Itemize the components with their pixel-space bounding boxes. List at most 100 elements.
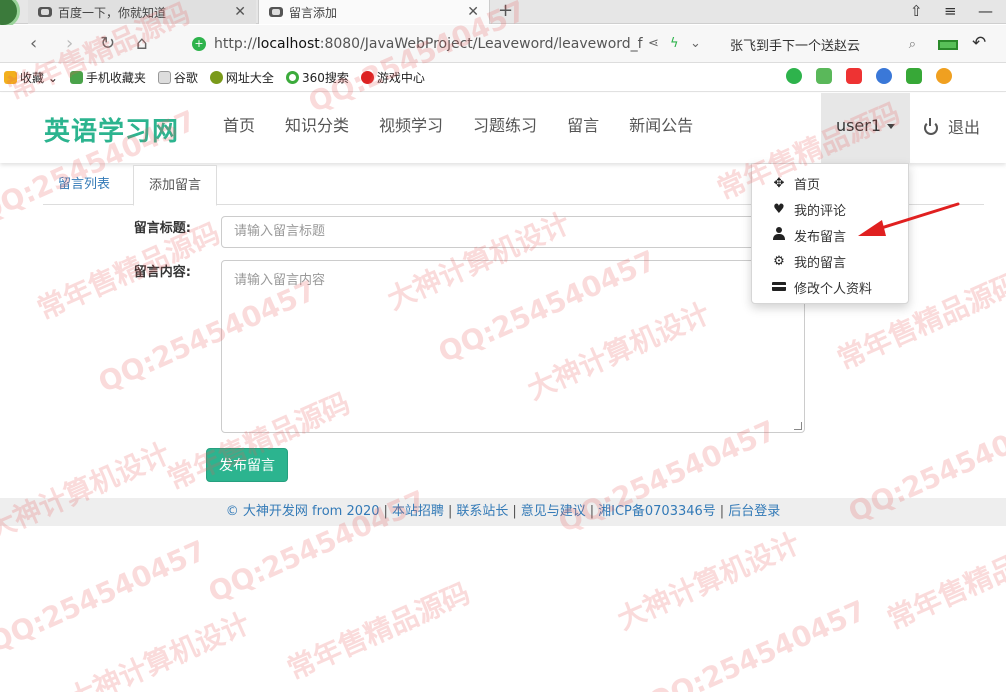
toolbar-extension-icons [772,68,952,84]
logout-link[interactable]: 退出 [924,93,980,163]
user-dropdown-menu: ✥ 首页 ♥ 我的评论 发布留言 ⚙ 我的留言 修改个人资料 [751,163,909,304]
page-icon [157,71,171,84]
url-host: localhost [256,36,320,52]
logout-label: 退出 [948,118,981,137]
site-logo[interactable]: 英语学习网 [44,111,179,148]
move-icon: ✥ [773,175,785,191]
submit-message-button[interactable]: 发布留言 [206,448,288,482]
bookmark-mobile[interactable]: 手机收藏夹 [69,69,146,86]
tab-favicon-icon [38,7,52,17]
dropdown-item-my-comments[interactable]: ♥ 我的评论 [752,196,908,222]
user-icon [772,226,786,244]
cog-icon: ⚙ [773,253,785,269]
site-header: 英语学习网 首页 知识分类 视频学习 习题练习 留言 新闻公告 user1 退出 [0,93,1006,163]
browser-tab-title: 百度一下，你就知道 [58,5,167,20]
minimize-icon[interactable]: — [978,0,993,22]
watermark-text: 大神计算机设计 [612,526,805,637]
share-icon[interactable]: ⋖ [648,34,659,54]
bookmark-favorites[interactable]: 收藏 ⌄ [4,69,58,86]
menu-icon[interactable]: ≡ [944,0,957,22]
heart-icon: ♥ [773,201,785,217]
nav-message[interactable]: 留言 [552,93,614,163]
title-input[interactable]: 请输入留言标题 [221,216,805,248]
nav-knowledge[interactable]: 知识分类 [270,93,364,163]
watermark-text: 常年售精品源码 [882,526,1006,637]
bookmark-site-directory[interactable]: 网址大全 [209,69,274,86]
dropdown-item-edit-profile[interactable]: 修改个人资料 [752,274,908,300]
watermark-text: QQ:254540457 [643,593,871,692]
footer-admin-login[interactable]: 后台登录 [728,504,780,519]
url-path: :8080/JavaWebProject/Leaveword/leaveword… [319,36,643,52]
watermark-text: 常年售精品源码 [282,576,475,687]
site-footer: © 大神开发网 from 2020 | 本站招聘 | 联系站长 | 意见与建议 | 湘ICP备0… [0,498,1006,526]
nav-exercise[interactable]: 习题练习 [458,93,552,163]
extension-green-icon[interactable] [786,68,802,84]
tab-message-list[interactable]: 留言列表 [43,165,125,205]
phone-icon [69,71,83,84]
footer-jobs[interactable]: 本站招聘 [392,504,444,519]
url-prefix: http:// [214,36,257,52]
user-name: user1 [835,116,882,135]
battery-icon [938,40,958,50]
dropdown-item-home[interactable]: ✥ 首页 [752,170,908,196]
nav-video[interactable]: 视频学习 [364,93,458,163]
search-input[interactable]: 张飞到手下一个送赵云 ⌕ [716,31,922,57]
title-label: 留言标题: [133,221,191,236]
reload-icon[interactable]: ↻ [100,32,115,56]
scissors-icon[interactable] [846,68,862,84]
secure-shield-icon: + [192,37,206,51]
footer-icp[interactable]: 湘ICP备0703346号 [598,504,716,519]
search-icon[interactable]: ⌕ [909,37,916,52]
close-tab-icon[interactable]: ✕ [234,4,246,20]
bookmark-google[interactable]: 谷歌 [157,69,198,86]
user-menu-toggle[interactable]: user1 [821,93,910,163]
browser-tab-bar: 百度一下，你就知道 ✕ 留言添加 ✕ + ⇧ ≡ — [0,0,1006,28]
star-icon [4,71,17,84]
nav-home[interactable]: 首页 [208,93,270,163]
caret-down-icon [887,124,896,129]
search-360-icon [285,71,299,84]
main-nav: 首页 知识分类 视频学习 习题练习 留言 新闻公告 [208,93,708,163]
url-field[interactable]: + http://localhost:8080/JavaWebProject/L… [192,31,664,57]
lightning-icon[interactable]: ϟ [670,34,679,54]
watermark-text: 大神计算机设计 [62,606,255,692]
browser-avatar-icon[interactable] [0,0,20,28]
nav-news[interactable]: 新闻公告 [614,93,708,163]
footer-feedback[interactable]: 意见与建议 [521,504,586,519]
bookmark-game-center[interactable]: 游戏中心 [360,69,425,86]
back-icon[interactable]: ‹ [30,32,37,56]
content-textarea[interactable]: 请输入留言内容 [221,260,805,433]
address-bar: ‹ › ↻ ⌂ + http://localhost:8080/JavaWebP… [0,25,1006,63]
yen-icon[interactable] [936,68,952,84]
globe-icon [209,71,223,84]
game-icon [360,71,374,84]
new-tab-button[interactable]: + [498,0,513,22]
content-label: 留言内容: [133,265,191,280]
search-text: 张飞到手下一个送赵云 [730,38,861,54]
shirt-skin-icon[interactable]: ⇧ [910,0,923,22]
magnifier-icon[interactable] [876,68,892,84]
chevron-down-icon[interactable]: ⌄ [690,34,701,54]
footer-contact[interactable]: 联系站长 [456,504,508,519]
undo-icon[interactable]: ↶ [972,33,986,53]
dropdown-item-post-message[interactable]: 发布留言 [752,222,908,248]
tab-add-message[interactable]: 添加留言 [133,165,218,206]
content-placeholder: 请输入留言内容 [234,273,326,288]
resize-grip-icon[interactable] [794,422,802,430]
browser-tab-title: 留言添加 [289,5,338,20]
dropdown-item-my-messages[interactable]: ⚙ 我的留言 [752,248,908,274]
gamepad-icon[interactable] [906,68,922,84]
power-icon [924,118,938,135]
browser-tab-leaveword-add[interactable]: 留言添加 ✕ [258,0,490,24]
footer-copyright[interactable]: © 大神开发网 from 2020 [226,504,380,519]
browser-tab-baidu[interactable]: 百度一下，你就知道 ✕ [28,0,256,24]
bookmark-360-search[interactable]: 360搜索 [285,69,349,86]
home-icon[interactable]: ⌂ [136,32,147,56]
watermark-text: QQ:254540457 [0,533,211,660]
watermark-text: 大神计算机设计 [0,436,175,547]
tab-favicon-icon [269,7,283,17]
credit-card-icon [772,280,786,295]
close-tab-icon[interactable]: ✕ [467,4,479,20]
translate-icon[interactable] [816,68,832,84]
forward-icon[interactable]: › [66,32,73,56]
